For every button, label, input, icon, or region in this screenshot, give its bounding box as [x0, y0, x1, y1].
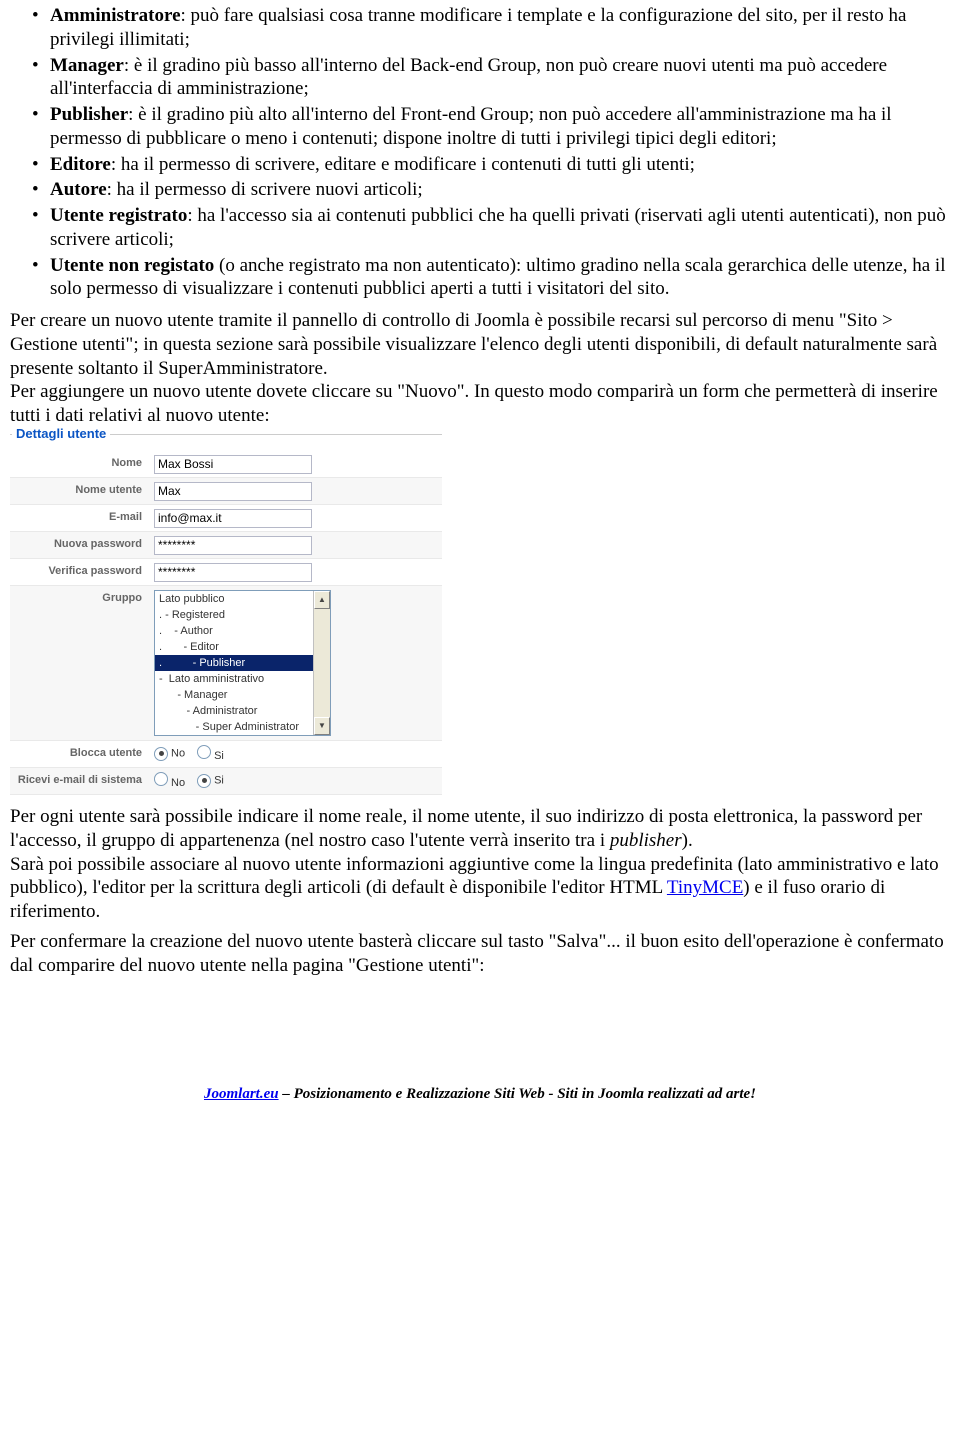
- radio-ricevi-si[interactable]: Si: [197, 774, 224, 788]
- radio-icon: [197, 745, 211, 759]
- radio-ricevi-no[interactable]: No: [154, 772, 185, 791]
- role-text: : ha il permesso di scrivere, editare e …: [111, 154, 695, 175]
- label-nuova-password: Nuova password: [10, 534, 150, 556]
- gruppo-option[interactable]: - Manager: [155, 687, 313, 703]
- role-name: Utente registrato: [50, 205, 187, 226]
- ricevi-radio-group: No Si: [154, 772, 442, 791]
- role-text: : ha il permesso di scrivere nuovi artic…: [107, 179, 423, 200]
- label-verifica-password: Verifica password: [10, 561, 150, 583]
- intro-paragraph-2: Per aggiungere un nuovo utente dovete cl…: [10, 380, 950, 428]
- role-name: Utente non registato: [50, 255, 214, 276]
- role-item: Utente non registato (o anche registrato…: [50, 254, 950, 302]
- publisher-emphasis: publisher: [610, 830, 682, 851]
- footer-link[interactable]: Joomlart.eu: [204, 1086, 279, 1102]
- scroll-down-icon[interactable]: ▼: [314, 717, 330, 735]
- intro-paragraph-1: Per creare un nuovo utente tramite il pa…: [10, 309, 950, 380]
- gruppo-option[interactable]: Lato pubblico: [155, 591, 313, 607]
- radio-blocca-si[interactable]: Si: [197, 745, 224, 764]
- role-name: Manager: [50, 55, 124, 76]
- form-legend: Dettagli utente: [12, 426, 110, 442]
- role-name: Amministratore: [50, 5, 181, 26]
- user-details-form: Dettagli utente Nome Nome utente E-mail …: [10, 434, 442, 795]
- paragraph-after-form-2: Sarà poi possibile associare al nuovo ut…: [10, 853, 950, 924]
- gruppo-option[interactable]: . - Editor: [155, 639, 313, 655]
- input-nuova-password[interactable]: [154, 536, 312, 555]
- gruppo-option[interactable]: . - Author: [155, 623, 313, 639]
- radio-icon: [154, 772, 168, 786]
- role-name: Publisher: [50, 104, 128, 125]
- label-gruppo: Gruppo: [10, 586, 150, 610]
- gruppo-option[interactable]: . - Registered: [155, 607, 313, 623]
- scroll-up-icon[interactable]: ▲: [314, 591, 330, 609]
- paragraph-save: Per confermare la creazione del nuovo ut…: [10, 930, 950, 978]
- label-blocca-utente: Blocca utente: [10, 743, 150, 765]
- label-ricevi-email: Ricevi e-mail di sistema: [10, 770, 150, 792]
- radio-icon: [197, 774, 211, 788]
- role-item: Amministratore: può fare qualsiasi cosa …: [50, 4, 950, 52]
- radio-blocca-no[interactable]: No: [154, 747, 185, 761]
- input-email[interactable]: [154, 509, 312, 528]
- role-item: Manager: è il gradino più basso all'inte…: [50, 54, 950, 102]
- roles-list: Amministratore: può fare qualsiasi cosa …: [10, 4, 950, 301]
- radio-icon: [154, 747, 168, 761]
- input-nome[interactable]: [154, 455, 312, 474]
- role-name: Editore: [50, 154, 111, 175]
- gruppo-option[interactable]: - Super Administrator: [155, 719, 313, 735]
- blocca-radio-group: No Si: [154, 745, 442, 764]
- gruppo-option[interactable]: . - Publisher: [155, 655, 313, 671]
- input-verifica-password[interactable]: [154, 563, 312, 582]
- paragraph-after-form-1: Per ogni utente sarà possibile indicare …: [10, 805, 950, 853]
- label-email: E-mail: [10, 507, 150, 529]
- footer-text: – Posizionamento e Realizzazione Siti We…: [279, 1086, 756, 1102]
- label-nome: Nome: [10, 453, 150, 475]
- input-nome-utente[interactable]: [154, 482, 312, 501]
- gruppo-listbox[interactable]: Lato pubblico. - Registered. - Author. -…: [154, 590, 331, 736]
- gruppo-option[interactable]: - Administrator: [155, 703, 313, 719]
- role-item: Editore: ha il permesso di scrivere, edi…: [50, 153, 950, 177]
- role-item: Utente registrato: ha l'accesso sia ai c…: [50, 204, 950, 252]
- listbox-scrollbar[interactable]: ▲ ▼: [313, 591, 330, 735]
- gruppo-option[interactable]: - Lato amministrativo: [155, 671, 313, 687]
- label-nome-utente: Nome utente: [10, 480, 150, 502]
- role-name: Autore: [50, 179, 107, 200]
- role-item: Publisher: è il gradino più alto all'int…: [50, 103, 950, 151]
- role-item: Autore: ha il permesso di scrivere nuovi…: [50, 178, 950, 202]
- role-text: : è il gradino più alto all'interno del …: [50, 104, 892, 149]
- page-footer: Joomlart.eu – Posizionamento e Realizzaz…: [10, 1085, 950, 1104]
- role-text: : è il gradino più basso all'interno del…: [50, 55, 887, 100]
- tinymce-link[interactable]: TinyMCE: [667, 877, 743, 898]
